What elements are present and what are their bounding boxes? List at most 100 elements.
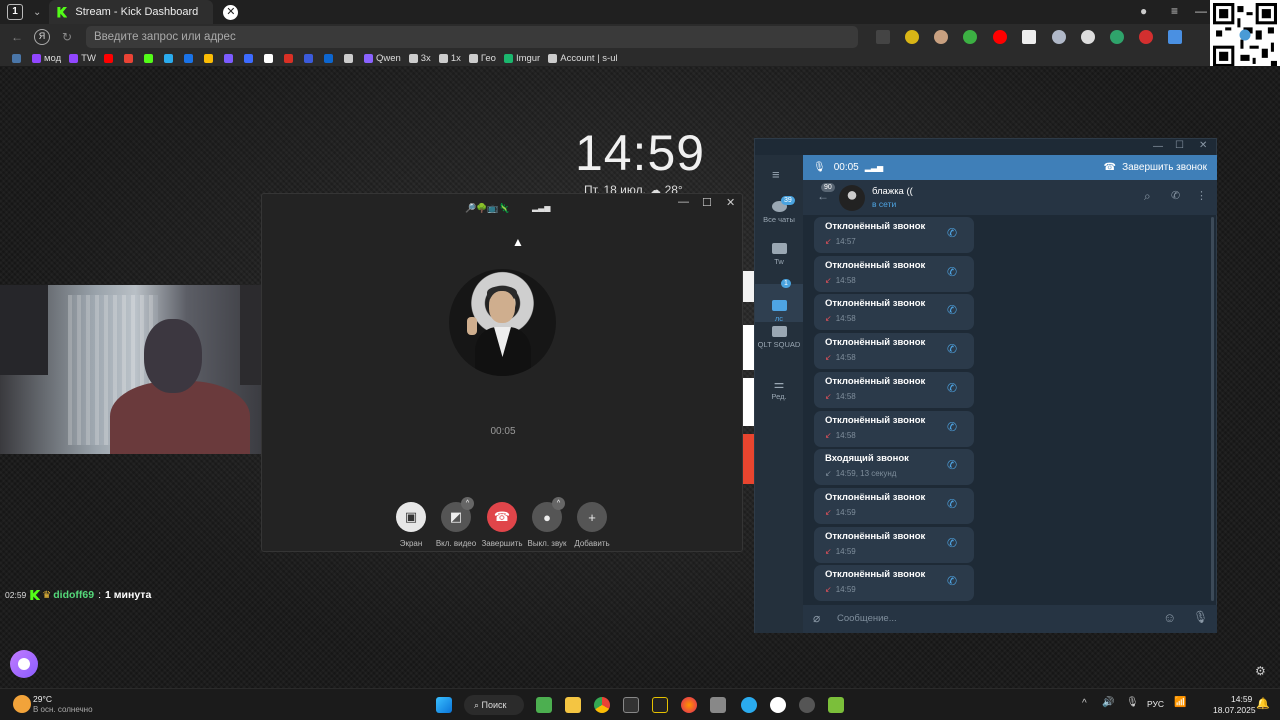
obs-icon[interactable] <box>799 697 815 713</box>
extension-icon[interactable] <box>1081 30 1095 44</box>
call-log-message[interactable]: Отклонённый звонок ↙ 14:58 ✆ <box>814 294 974 331</box>
bookmark-item[interactable]: Imgur <box>503 53 540 64</box>
chrome-icon[interactable] <box>594 697 610 713</box>
shield-icon[interactable] <box>963 30 977 44</box>
scrollbar[interactable] <box>1211 217 1214 601</box>
reload-icon[interactable]: ↻ <box>56 30 78 44</box>
call-log-message[interactable]: Входящий звонок ↙ 14:59, 13 секунд ✆ <box>814 449 974 486</box>
screen-share-button[interactable]: ▣ <box>396 502 426 532</box>
call-log-message[interactable]: Отклонённый звонок ↙ 14:58 ✆ <box>814 333 974 370</box>
folder-tw[interactable]: Tw <box>755 243 803 266</box>
taskbar-search-button[interactable]: ⌕ Поиск <box>464 695 524 715</box>
call-back-phone-icon[interactable]: ✆ <box>947 574 957 588</box>
telegram-icon[interactable] <box>741 697 757 713</box>
message-input[interactable]: Сообщение... <box>837 613 897 624</box>
speaker-icon[interactable]: 🔊 <box>1102 697 1114 708</box>
end-call-link[interactable]: Завершить звонок <box>1122 162 1207 173</box>
bookmark-item[interactable] <box>163 53 176 63</box>
chat-avatar[interactable] <box>839 185 865 211</box>
extension-icon[interactable] <box>934 30 948 44</box>
search-icon[interactable]: ⌕ <box>1144 189 1151 204</box>
translate-icon[interactable] <box>1168 30 1182 44</box>
bookmark-item[interactable]: TW <box>69 53 96 64</box>
bookmark-item[interactable]: Qwen <box>363 53 401 64</box>
bookmark-item[interactable]: 3x <box>408 53 431 64</box>
bookmark-item[interactable] <box>323 53 336 63</box>
language-indicator[interactable]: РУС <box>1147 699 1164 709</box>
call-log-message[interactable]: Отклонённый звонок ↙ 14:58 ✆ <box>814 371 974 408</box>
mic-icon[interactable]: 🎙 <box>1126 697 1139 708</box>
translate-icon[interactable] <box>876 30 890 44</box>
minimize-icon[interactable]: — <box>1195 4 1207 18</box>
phone-icon[interactable]: ✆ <box>1171 189 1180 202</box>
close-icon[interactable]: ✕ <box>726 196 735 209</box>
call-back-phone-icon[interactable]: ✆ <box>947 265 957 279</box>
maximize-icon[interactable]: ☐ <box>1175 140 1184 151</box>
call-back-phone-icon[interactable]: ✆ <box>947 497 957 511</box>
taskbar-time[interactable]: 14:59 <box>1231 694 1252 704</box>
bookmark-item[interactable]: 1x <box>438 53 461 64</box>
extension-icon[interactable] <box>1022 30 1036 44</box>
call-log-message[interactable]: Отклонённый звонок ↙ 14:59 ✆ <box>814 526 974 563</box>
bookmark-item[interactable] <box>12 53 24 63</box>
chevron-up-icon[interactable]: ^ <box>1082 698 1087 709</box>
call-log-message[interactable]: Отклонённый звонок ↙ 14:59 ✆ <box>814 565 974 602</box>
close-icon[interactable]: ✕ <box>1199 140 1207 151</box>
bookmark-item[interactable] <box>243 53 256 63</box>
bookmark-item[interactable] <box>343 53 356 63</box>
call-back-phone-icon[interactable]: ✆ <box>947 458 957 472</box>
tab-count-badge[interactable]: 1 <box>7 4 23 20</box>
bookmark-item[interactable] <box>143 53 156 63</box>
folder-ls[interactable]: лс <box>755 284 803 323</box>
call-log-message[interactable]: Отклонённый звонок ↙ 14:58 ✆ <box>814 410 974 447</box>
windows-start-icon[interactable] <box>436 697 452 713</box>
bookmark-item[interactable]: Account | s-ul <box>548 53 618 64</box>
minecraft-icon[interactable] <box>828 697 844 713</box>
app-icon[interactable] <box>652 697 668 713</box>
call-back-phone-icon[interactable]: ✆ <box>947 226 957 240</box>
maximize-icon[interactable]: ☐ <box>702 196 712 209</box>
back-arrow-icon[interactable]: ← <box>6 30 28 44</box>
hamburger-menu-icon[interactable]: ≡ <box>772 167 780 182</box>
browser-tab[interactable]: Stream - Kick Dashboard <box>49 0 214 24</box>
minimize-icon[interactable]: — <box>678 196 689 208</box>
tab-close-icon[interactable]: ✕ <box>223 4 239 20</box>
folder-qlt-squad[interactable]: QLT SQUAD <box>755 326 803 349</box>
youtube-icon[interactable] <box>993 30 1007 44</box>
weather-icon[interactable] <box>13 695 31 713</box>
chat-name[interactable]: блажка (( <box>872 186 913 197</box>
chevron-up-icon[interactable]: ^ <box>552 497 565 510</box>
weather-desc[interactable]: В осн. солнечно <box>33 705 93 714</box>
file-explorer-icon[interactable] <box>565 697 581 713</box>
bookmark-item[interactable] <box>123 53 136 63</box>
call-back-phone-icon[interactable]: ✆ <box>947 420 957 434</box>
folder-all-chats[interactable]: Все чаты <box>755 201 803 224</box>
app-icon[interactable] <box>536 697 552 713</box>
shield-icon[interactable] <box>1052 30 1066 44</box>
call-log-message[interactable]: Отклонённый звонок ↙ 14:57 ✆ <box>814 217 974 253</box>
call-back-phone-icon[interactable]: ✆ <box>947 303 957 317</box>
extension-icon[interactable] <box>1110 30 1124 44</box>
call-log-message[interactable]: Отклонённый звонок ↙ 14:58 ✆ <box>814 255 974 292</box>
more-options-icon[interactable]: ⋮ <box>1196 189 1207 202</box>
mic-icon[interactable]: 🎙 <box>1193 610 1208 624</box>
ublock-icon[interactable] <box>1139 30 1153 44</box>
minimize-icon[interactable]: — <box>1153 141 1163 152</box>
add-participant-button[interactable]: + <box>577 502 607 532</box>
hang-up-button[interactable]: ☎ <box>487 502 517 532</box>
profile-icon[interactable]: ● <box>1140 4 1147 18</box>
notification-bell-icon[interactable]: 🔔 <box>1256 697 1270 710</box>
bookmark-item[interactable] <box>183 53 196 63</box>
mic-icon[interactable]: 🎙 <box>813 162 826 173</box>
bookmark-item[interactable]: Гео <box>468 53 496 64</box>
bookmark-item[interactable] <box>223 53 236 63</box>
emoji-icon[interactable]: ☺ <box>1163 610 1176 625</box>
yandex-browser-icon[interactable] <box>770 697 786 713</box>
capcut-icon[interactable] <box>623 697 639 713</box>
bookmark-item[interactable] <box>303 53 316 63</box>
active-call-bar[interactable]: 🎙 00:05 ▂▃▅ ☎ Завершить звонок <box>803 155 1217 180</box>
bookmark-item[interactable] <box>263 53 276 63</box>
bookmark-item[interactable] <box>103 53 116 63</box>
extension-icon[interactable] <box>905 30 919 44</box>
bookmark-item[interactable] <box>283 53 296 63</box>
